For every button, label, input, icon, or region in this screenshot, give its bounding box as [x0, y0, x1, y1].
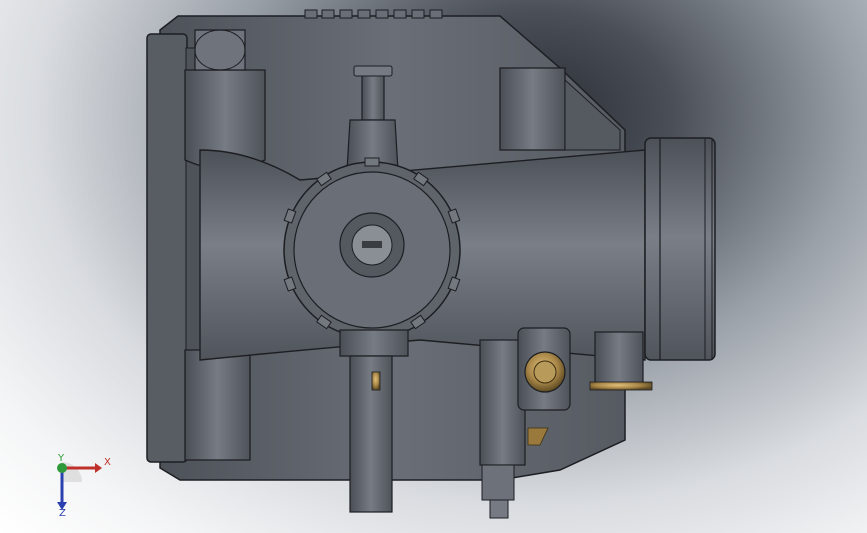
cad-viewport[interactable]: X Y Z [0, 0, 867, 533]
triad-z-label: Z [59, 508, 66, 519]
triad-y-label: Y [58, 453, 65, 464]
throttle-body-model[interactable] [0, 0, 867, 533]
coordinate-triad: X Y Z [40, 450, 120, 520]
triad-x-label: X [104, 457, 111, 468]
left-flange [146, 33, 188, 463]
